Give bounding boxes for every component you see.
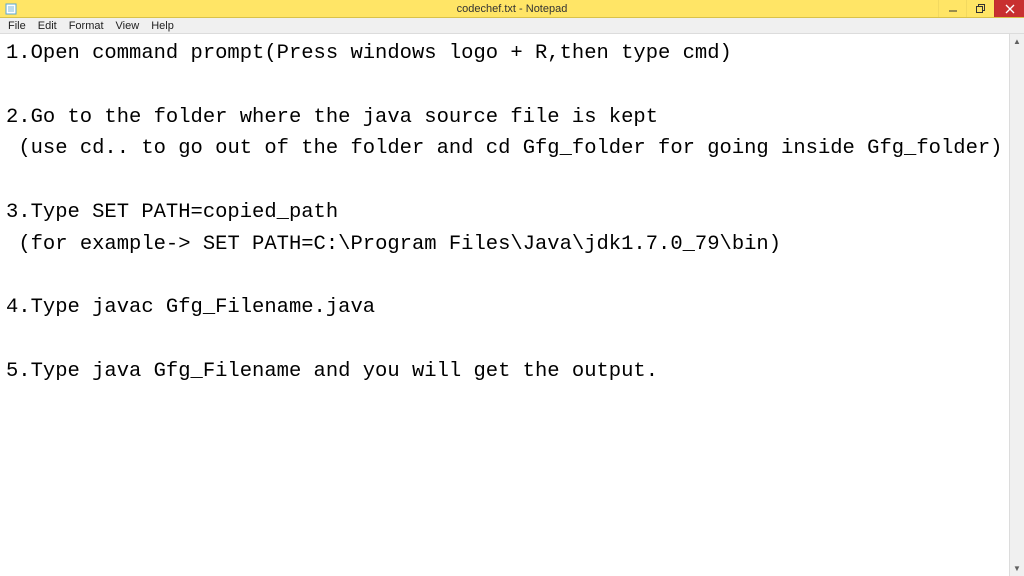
scroll-down-arrow-icon[interactable]: ▼ [1010,561,1024,576]
window-title: codechef.txt - Notepad [457,3,568,15]
menu-view[interactable]: View [110,18,146,34]
minimize-button[interactable] [938,0,966,17]
menu-format[interactable]: Format [63,18,110,34]
notepad-window: codechef.txt - Notepad File Edit Format [0,0,1024,576]
scroll-up-arrow-icon[interactable]: ▲ [1010,34,1024,49]
text-editor[interactable]: 1.Open command prompt(Press windows logo… [0,34,1009,576]
vertical-scrollbar[interactable]: ▲ ▼ [1009,34,1024,576]
scroll-track[interactable] [1010,49,1024,561]
menu-help[interactable]: Help [145,18,180,34]
window-controls [938,0,1024,17]
menu-edit[interactable]: Edit [32,18,63,34]
menubar: File Edit Format View Help [0,18,1024,34]
menu-file[interactable]: File [2,18,32,34]
close-button[interactable] [994,0,1024,17]
titlebar[interactable]: codechef.txt - Notepad [0,0,1024,18]
content-area: 1.Open command prompt(Press windows logo… [0,34,1024,576]
restore-button[interactable] [966,0,994,17]
app-icon [4,2,18,16]
